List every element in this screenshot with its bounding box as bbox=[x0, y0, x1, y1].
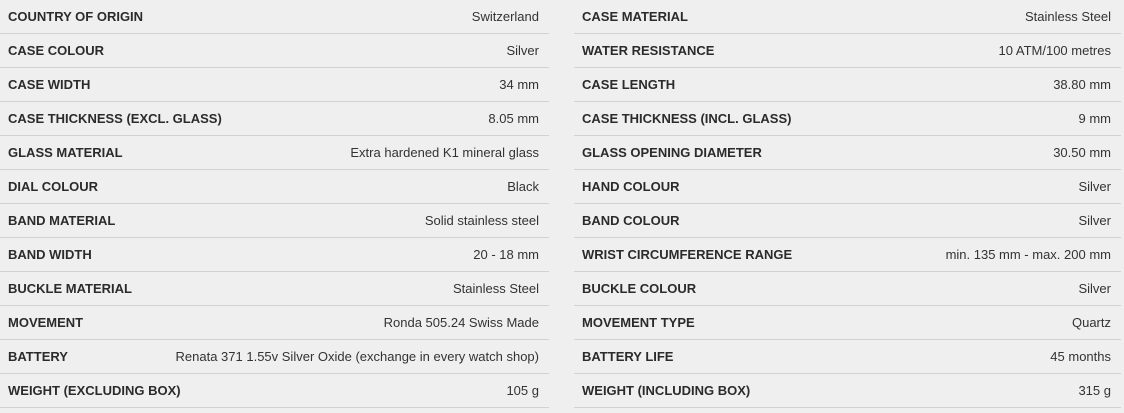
spec-label: COUNTRY OF ORIGIN bbox=[8, 9, 144, 24]
spec-row-battery-life: BATTERY LIFE 45 months bbox=[574, 340, 1121, 374]
spec-label: GLASS OPENING DIAMETER bbox=[582, 145, 762, 160]
spec-label: BAND WIDTH bbox=[8, 247, 92, 262]
spec-row-buckle-material: BUCKLE MATERIAL Stainless Steel bbox=[0, 272, 549, 306]
spec-row-movement: MOVEMENT Ronda 505.24 Swiss Made bbox=[0, 306, 549, 340]
spec-label: MOVEMENT bbox=[8, 315, 84, 330]
spec-row-weight-including-box: WEIGHT (INCLUDING BOX) 315 g bbox=[574, 374, 1121, 408]
spec-row-band-material: BAND MATERIAL Solid stainless steel bbox=[0, 204, 549, 238]
spec-value: Solid stainless steel bbox=[424, 213, 539, 228]
spec-value: 34 mm bbox=[499, 77, 539, 92]
specs-column-left: COUNTRY OF ORIGIN Switzerland CASE COLOU… bbox=[0, 0, 549, 408]
spec-row-band-width: BAND WIDTH 20 - 18 mm bbox=[0, 238, 549, 272]
spec-label: BAND COLOUR bbox=[582, 213, 680, 228]
specifications-table: COUNTRY OF ORIGIN Switzerland CASE COLOU… bbox=[0, 0, 1124, 413]
spec-label: WATER RESISTANCE bbox=[582, 43, 715, 58]
spec-value: Silver bbox=[1078, 281, 1111, 296]
spec-value: 20 - 18 mm bbox=[473, 247, 539, 262]
spec-row-battery: BATTERY Renata 371 1.55v Silver Oxide (e… bbox=[0, 340, 549, 374]
spec-value: Ronda 505.24 Swiss Made bbox=[383, 315, 539, 330]
spec-label: HAND COLOUR bbox=[582, 179, 680, 194]
spec-row-movement-type: MOVEMENT TYPE Quartz bbox=[574, 306, 1121, 340]
spec-label: BATTERY bbox=[8, 349, 68, 364]
spec-row-water-resistance: WATER RESISTANCE 10 ATM/100 metres bbox=[574, 34, 1121, 68]
spec-value: Silver bbox=[506, 43, 539, 58]
spec-row-buckle-colour: BUCKLE COLOUR Silver bbox=[574, 272, 1121, 306]
spec-value: 38.80 mm bbox=[1053, 77, 1111, 92]
spec-row-hand-colour: HAND COLOUR Silver bbox=[574, 170, 1121, 204]
specs-column-right: CASE MATERIAL Stainless Steel WATER RESI… bbox=[574, 0, 1121, 408]
spec-label: CASE LENGTH bbox=[582, 77, 676, 92]
spec-label: GLASS MATERIAL bbox=[8, 145, 123, 160]
spec-label: CASE COLOUR bbox=[8, 43, 105, 58]
spec-label: CASE WIDTH bbox=[8, 77, 91, 92]
spec-value: 30.50 mm bbox=[1053, 145, 1111, 160]
spec-row-case-thickness-excl-glass: CASE THICKNESS (EXCL. GLASS) 8.05 mm bbox=[0, 102, 549, 136]
spec-label: WEIGHT (INCLUDING BOX) bbox=[582, 383, 751, 398]
spec-row-case-length: CASE LENGTH 38.80 mm bbox=[574, 68, 1121, 102]
spec-label: CASE THICKNESS (EXCL. GLASS) bbox=[8, 111, 222, 126]
spec-label: CASE THICKNESS (INCL. GLASS) bbox=[582, 111, 792, 126]
spec-value: min. 135 mm - max. 200 mm bbox=[945, 247, 1111, 262]
spec-row-band-colour: BAND COLOUR Silver bbox=[574, 204, 1121, 238]
spec-row-country-of-origin: COUNTRY OF ORIGIN Switzerland bbox=[0, 0, 549, 34]
spec-label: BATTERY LIFE bbox=[582, 349, 674, 364]
spec-row-weight-excluding-box: WEIGHT (EXCLUDING BOX) 105 g bbox=[0, 374, 549, 408]
spec-label: DIAL COLOUR bbox=[8, 179, 99, 194]
spec-row-glass-material: GLASS MATERIAL Extra hardened K1 mineral… bbox=[0, 136, 549, 170]
spec-value: 9 mm bbox=[1078, 111, 1112, 126]
spec-row-glass-opening-diameter: GLASS OPENING DIAMETER 30.50 mm bbox=[574, 136, 1121, 170]
spec-label: WRIST CIRCUMFERENCE RANGE bbox=[582, 247, 793, 262]
spec-row-case-colour: CASE COLOUR Silver bbox=[0, 34, 549, 68]
spec-value: Stainless Steel bbox=[1025, 9, 1111, 24]
spec-value: Silver bbox=[1078, 213, 1111, 228]
spec-value: 8.05 mm bbox=[488, 111, 539, 126]
spec-value: Switzerland bbox=[471, 9, 539, 24]
spec-row-wrist-circumference-range: WRIST CIRCUMFERENCE RANGE min. 135 mm - … bbox=[574, 238, 1121, 272]
spec-label: BUCKLE MATERIAL bbox=[8, 281, 132, 296]
spec-row-case-material: CASE MATERIAL Stainless Steel bbox=[574, 0, 1121, 34]
spec-row-dial-colour: DIAL COLOUR Black bbox=[0, 170, 549, 204]
spec-row-case-thickness-incl-glass: CASE THICKNESS (INCL. GLASS) 9 mm bbox=[574, 102, 1121, 136]
spec-value: Stainless Steel bbox=[453, 281, 539, 296]
spec-value: Extra hardened K1 mineral glass bbox=[350, 145, 539, 160]
spec-label: BUCKLE COLOUR bbox=[582, 281, 697, 296]
spec-label: BAND MATERIAL bbox=[8, 213, 116, 228]
spec-label: MOVEMENT TYPE bbox=[582, 315, 695, 330]
spec-row-case-width: CASE WIDTH 34 mm bbox=[0, 68, 549, 102]
spec-value: Quartz bbox=[1071, 315, 1111, 330]
spec-value: 105 g bbox=[506, 383, 539, 398]
spec-value: Black bbox=[507, 179, 539, 194]
spec-label: CASE MATERIAL bbox=[582, 9, 688, 24]
spec-value: 45 months bbox=[1050, 349, 1111, 364]
spec-value: 315 g bbox=[1078, 383, 1111, 398]
spec-value: 10 ATM/100 metres bbox=[998, 43, 1111, 58]
spec-value: Silver bbox=[1078, 179, 1111, 194]
spec-label: WEIGHT (EXCLUDING BOX) bbox=[8, 383, 181, 398]
spec-value: Renata 371 1.55v Silver Oxide (exchange … bbox=[175, 349, 539, 364]
